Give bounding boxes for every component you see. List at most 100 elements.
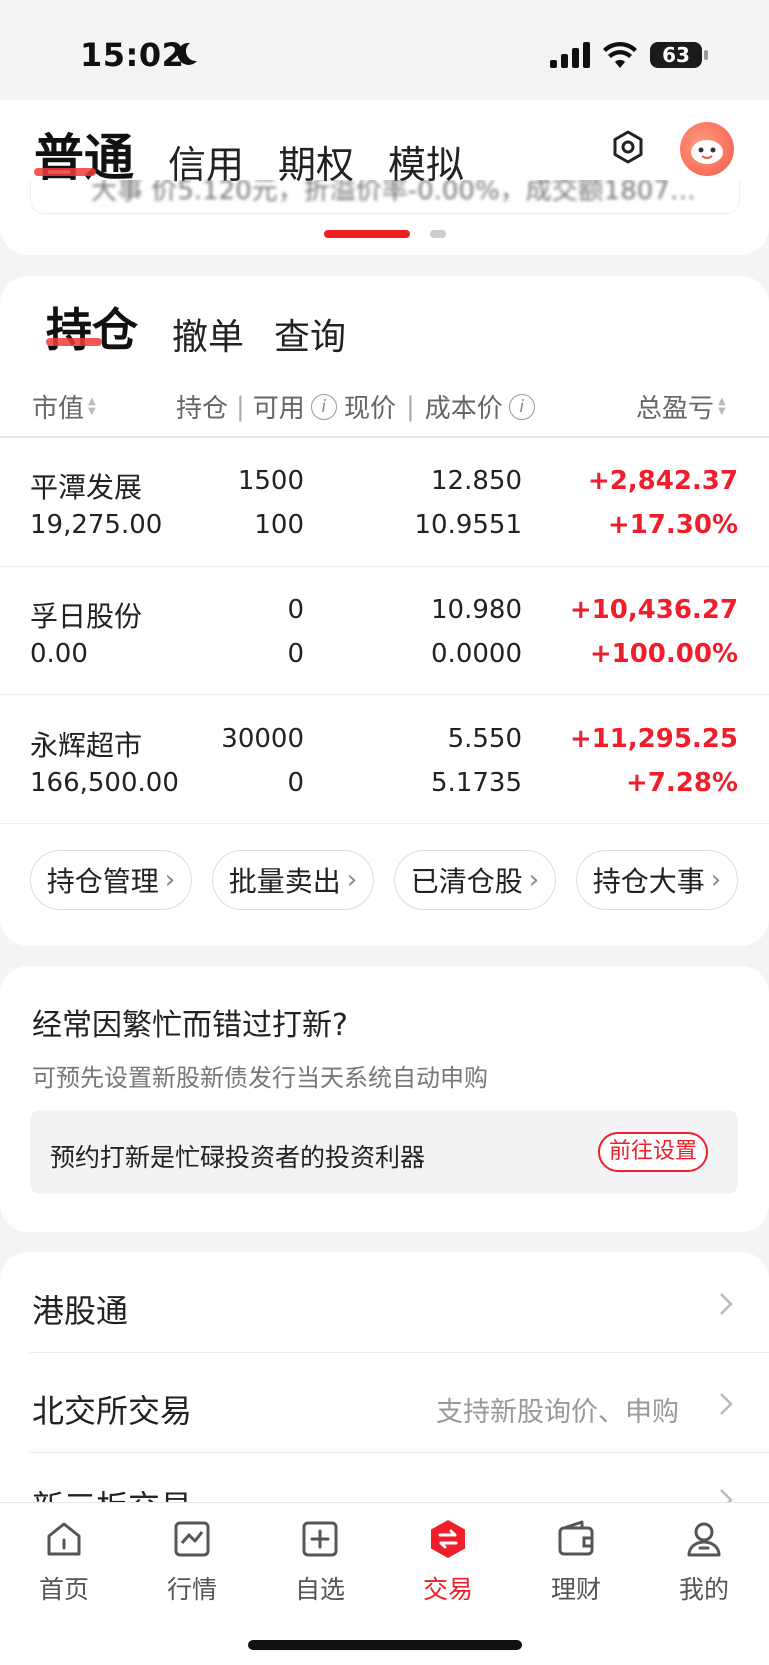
- col-available-label: 可用: [252, 394, 305, 424]
- sort-icon: ▲ ▼: [718, 395, 726, 417]
- bse-hint: 支持新股询价、申购: [436, 1397, 679, 1428]
- ipo-banner-text: 预约打新是忙碌投资者的投资利器: [50, 1143, 426, 1172]
- nav-watchlist-label: 自选: [294, 1575, 345, 1604]
- ticker-text: 大事 价5.120元，折溢价率-0.00%，成交额1807…: [91, 180, 696, 206]
- nav-trade-label: 交易: [422, 1575, 473, 1604]
- chart-icon: [174, 1521, 210, 1557]
- stock-name[interactable]: 孚日股份: [30, 595, 142, 635]
- nav-profile-label: 我的: [678, 1575, 729, 1604]
- chevron-right-icon: ›: [528, 865, 540, 895]
- active-tab-indicator: [34, 168, 96, 176]
- profile-icon: [687, 1522, 721, 1557]
- list-item-hk-connect[interactable]: 港股通: [32, 1286, 128, 1332]
- chevron-right-icon: ›: [346, 865, 358, 895]
- avatar[interactable]: [680, 122, 734, 176]
- available-qty: 0: [287, 768, 304, 798]
- battery-indicator: 63: [650, 42, 702, 68]
- nav-home[interactable]: 首页: [0, 1512, 128, 1612]
- col-separator: |: [406, 391, 415, 422]
- manage-holdings-label: 持仓管理: [46, 865, 159, 898]
- cleared-stocks-label: 已清仓股: [410, 865, 523, 898]
- nav-wealth-label: 理财: [550, 1575, 601, 1604]
- carousel-dot-active: [324, 230, 410, 238]
- row-divider: [0, 694, 769, 695]
- settings-icon[interactable]: [608, 128, 648, 168]
- current-price: 10.980: [431, 595, 522, 625]
- list-item-bse-trading[interactable]: 北交所交易: [32, 1386, 192, 1432]
- trade-menu-list: 港股通 北交所交易 支持新股询价、申购 新三板交易: [0, 1252, 769, 1512]
- current-price: 12.850: [431, 466, 522, 496]
- stock-name[interactable]: 平潭发展: [30, 466, 142, 506]
- plus-box-icon: [302, 1521, 338, 1557]
- col-cost-label: 成本价: [424, 394, 503, 424]
- batch-sell-label: 批量卖出: [228, 865, 341, 898]
- available-qty: 100: [254, 510, 304, 540]
- cost-price: 0.0000: [431, 639, 522, 669]
- batch-sell-button[interactable]: 批量卖出 ›: [212, 850, 374, 910]
- info-icon[interactable]: i: [310, 393, 337, 420]
- header-divider: [0, 436, 769, 438]
- col-market-value[interactable]: 市值 ▲ ▼: [32, 388, 98, 425]
- pnl-percent: +17.30%: [607, 510, 738, 540]
- list-divider: [30, 1452, 769, 1453]
- position-qty: 1500: [237, 466, 304, 496]
- cost-price: 10.9551: [414, 510, 522, 540]
- list-divider: [30, 1352, 769, 1353]
- available-qty: 0: [287, 639, 304, 669]
- holding-events-button[interactable]: 持仓大事 ›: [576, 850, 738, 910]
- col-separator: |: [236, 391, 245, 422]
- row-divider: [0, 823, 769, 824]
- news-ticker[interactable]: 大事 价5.120元，折溢价率-0.00%，成交额1807…: [30, 180, 740, 214]
- market-value: 166,500.00: [30, 768, 179, 798]
- col-pnl-label: 总盈亏: [636, 394, 715, 424]
- moon-icon: [177, 42, 197, 65]
- col-position-available: 持仓 | 可用 i: [176, 388, 337, 425]
- mascot-icon: [691, 140, 723, 164]
- nav-market[interactable]: 行情: [128, 1512, 256, 1612]
- current-price: 5.550: [447, 724, 522, 754]
- sort-icon: ▲ ▼: [88, 395, 96, 417]
- nav-profile[interactable]: 我的: [640, 1512, 768, 1612]
- tab-holdings[interactable]: 持仓: [46, 294, 138, 360]
- nav-trade[interactable]: 交易: [384, 1512, 512, 1612]
- chevron-right-icon: ›: [164, 865, 176, 895]
- trade-icon: [431, 1520, 465, 1558]
- nav-wealth[interactable]: 理财: [512, 1512, 640, 1612]
- nav-market-label: 行情: [166, 1575, 217, 1604]
- nav-home-label: 首页: [38, 1575, 89, 1604]
- signal-icon: [550, 42, 590, 68]
- market-value: 0.00: [30, 639, 88, 669]
- cleared-stocks-button[interactable]: 已清仓股 ›: [394, 850, 556, 910]
- position-qty: 30000: [221, 724, 304, 754]
- tab-query[interactable]: 查询: [274, 308, 346, 360]
- stock-name[interactable]: 永辉超市: [30, 724, 142, 764]
- ipo-subtitle: 可预先设置新股新债发行当天系统自动申购: [32, 1064, 488, 1092]
- ipo-title: 经常因繁忙而错过打新?: [32, 1008, 348, 1043]
- chevron-right-icon[interactable]: [719, 1292, 733, 1316]
- tab-cancel-orders[interactable]: 撤单: [172, 308, 244, 360]
- pnl-percent: +100.00%: [589, 639, 738, 669]
- col-market-value-label: 市值: [32, 394, 85, 424]
- total-pnl: +11,295.25: [569, 724, 738, 754]
- col-price-label: 现价: [344, 394, 397, 424]
- manage-holdings-button[interactable]: 持仓管理 ›: [30, 850, 192, 910]
- col-position-label: 持仓: [176, 394, 229, 424]
- cost-price: 5.1735: [431, 768, 522, 798]
- wallet-icon: [558, 1520, 594, 1556]
- nav-watchlist[interactable]: 自选: [256, 1512, 384, 1612]
- battery-cap: [704, 50, 708, 60]
- holding-events-label: 持仓大事: [592, 865, 705, 898]
- pnl-percent: +7.28%: [626, 768, 738, 798]
- carousel-dot: [430, 230, 446, 238]
- market-value: 19,275.00: [30, 510, 163, 540]
- go-settings-button[interactable]: 前往设置: [598, 1132, 708, 1172]
- status-time: 15:02: [80, 36, 185, 74]
- home-indicator[interactable]: [248, 1640, 522, 1650]
- home-icon: [47, 1522, 81, 1556]
- wifi-icon: [603, 41, 637, 68]
- col-price-cost: 现价 | 成本价 i: [344, 388, 535, 425]
- holdings-tab-indicator: [46, 338, 102, 346]
- col-pnl[interactable]: 总盈亏 ▲ ▼: [636, 388, 728, 425]
- info-icon[interactable]: i: [508, 393, 535, 420]
- chevron-right-icon[interactable]: [719, 1392, 733, 1416]
